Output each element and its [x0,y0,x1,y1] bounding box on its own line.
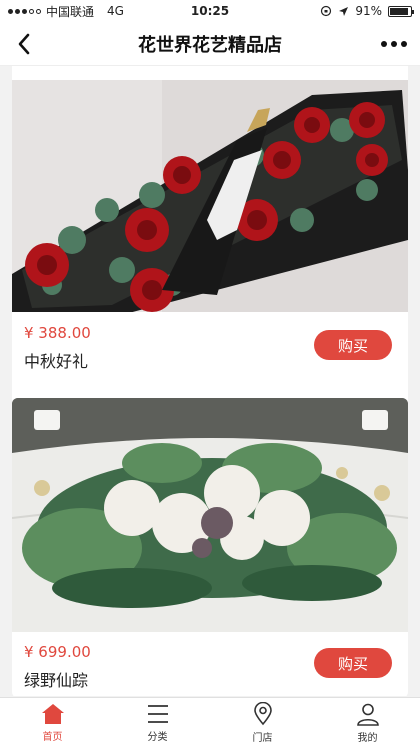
product-card[interactable]: ¥ 388.00 中秋好礼 购买 [12,66,408,447]
product-image-car-bouquet[interactable] [12,398,408,632]
battery-fill [390,7,409,15]
chevron-left-icon [18,33,30,55]
buy-button[interactable]: 购买 [314,330,392,360]
battery-icon [388,5,414,17]
product-name[interactable]: 中秋好礼 [24,348,88,372]
tab-home[interactable]: 首页 [0,698,105,747]
product-list[interactable]: ¥ 388.00 中秋好礼 购买 ¥ 699.00 绿野仙踪 购买 [0,66,420,696]
tab-bar: 首页 分类 门店 我的 [0,697,420,747]
product-card[interactable]: ¥ 699.00 绿野仙踪 购买 [12,398,408,696]
location-pin-icon [253,701,272,725]
signal-strength-icon [8,8,41,14]
user-icon [356,703,379,726]
tab-mine[interactable]: 我的 [315,698,420,747]
product-price: ¥ 699.00 [24,643,91,661]
page-title: 花世界花艺精品店 [138,34,282,56]
status-left: 中国联通 4G [8,3,124,20]
tab-store[interactable]: 门店 [210,698,315,747]
status-bar: 中国联通 4G 10:25 91% [0,0,420,22]
network-label: 4G [107,4,124,18]
tab-label: 我的 [357,732,378,744]
product-image-wine-roses[interactable] [12,80,408,312]
navigation-bar: 花世界花艺精品店 [0,22,420,66]
tab-label: 首页 [42,731,63,743]
back-button[interactable] [10,30,38,58]
home-icon [41,703,64,724]
location-arrow-icon [339,6,349,16]
carrier-label: 中国联通 [46,4,95,19]
battery-percent: 91% [355,4,382,18]
product-name[interactable]: 绿野仙踪 [24,667,88,691]
tab-label: 门店 [252,732,273,744]
more-dots-icon [381,41,407,47]
more-button[interactable] [380,32,408,56]
buy-button[interactable]: 购买 [314,648,392,678]
menu-icon [147,704,168,723]
rotation-lock-icon [321,5,332,17]
tab-label: 分类 [147,731,168,743]
status-right: 91% [320,4,414,18]
tab-category[interactable]: 分类 [105,698,210,747]
product-price: ¥ 388.00 [24,324,91,342]
